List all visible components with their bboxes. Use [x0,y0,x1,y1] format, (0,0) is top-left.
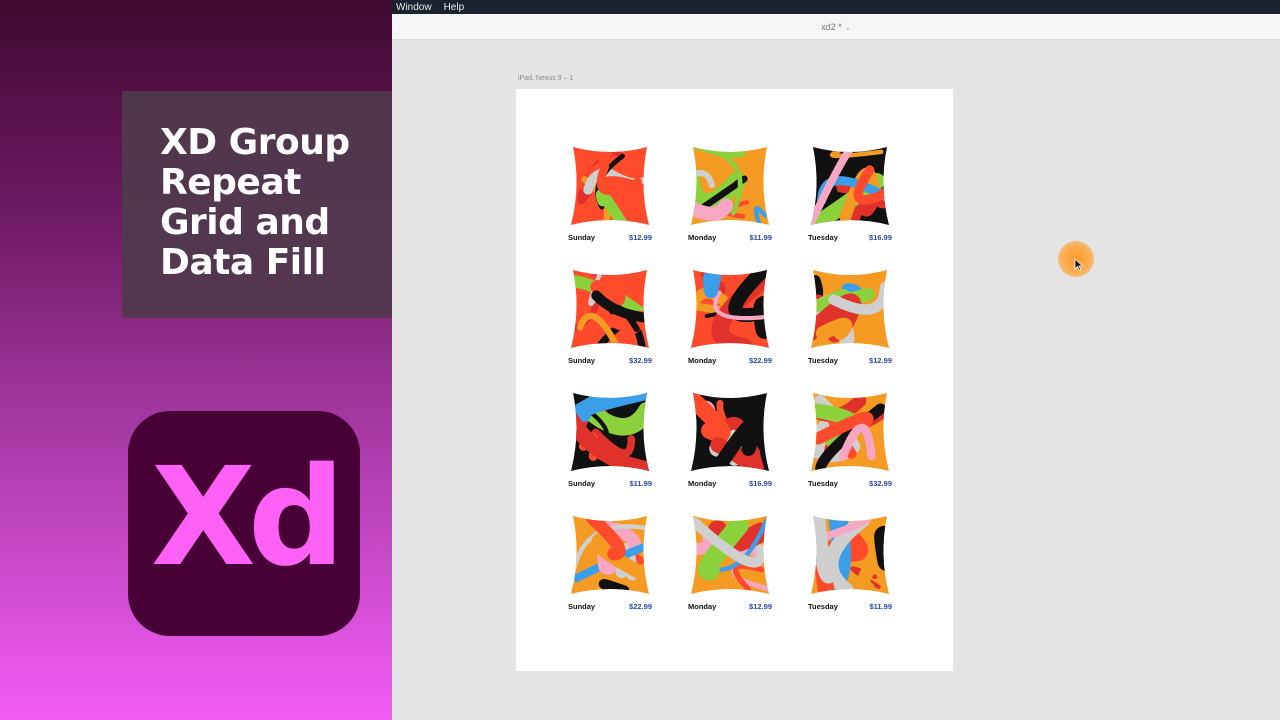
document-title-dropdown[interactable]: xd2 * ⌄ [821,22,850,32]
day-label: Tuesday [808,479,838,488]
grid-card[interactable]: Monday $22.99 [688,268,774,374]
design-canvas[interactable]: iPad, Nexus 9 – 1 Sunday $12.99 Monday $11.… [392,40,1280,720]
artwork-image[interactable] [689,391,771,473]
grid-card[interactable]: Tuesday $11.99 [808,514,894,620]
grid-card[interactable]: Sunday $11.99 [568,391,654,497]
promo-title-line: Repeat [160,162,301,203]
grid-card[interactable]: Tuesday $32.99 [808,391,894,497]
price-label: $11.99 [869,602,892,611]
day-label: Tuesday [808,356,838,365]
price-label: $22.99 [629,602,652,611]
price-label: $11.99 [749,233,772,242]
promo-title-line: XD Group [160,122,350,163]
artwork-image[interactable] [809,514,891,596]
artwork-image[interactable] [569,268,651,350]
grid-card[interactable]: Sunday $22.99 [568,514,654,620]
artwork-image[interactable] [569,514,651,596]
chevron-down-icon: ⌄ [844,24,851,32]
promo-title: XD Group Repeat Grid and Data Fill [160,123,372,283]
promo-panel: XD Group Repeat Grid and Data Fill Xd [0,0,392,720]
mouse-cursor-icon [1074,258,1084,272]
grid-card[interactable]: Tuesday $16.99 [808,145,894,251]
price-label: $12.99 [869,356,892,365]
grid-card[interactable]: Tuesday $12.99 [808,268,894,374]
price-label: $12.99 [629,233,652,242]
artwork-image[interactable] [689,268,771,350]
promo-title-line: Grid and [160,202,330,243]
day-label: Sunday [568,356,596,365]
price-label: $32.99 [629,356,652,365]
grid-card[interactable]: Monday $16.99 [688,391,774,497]
day-label: Monday [688,602,717,611]
promo-title-line: Data Fill [160,242,326,283]
day-label: Sunday [568,233,596,242]
price-label: $11.99 [629,479,652,488]
day-label: Sunday [568,479,596,488]
artwork-image[interactable] [569,391,651,473]
artwork-image[interactable] [809,145,891,227]
day-label: Monday [688,233,717,242]
artwork-image[interactable] [809,268,891,350]
grid-card[interactable]: Monday $12.99 [688,514,774,620]
grid-card[interactable]: Sunday $32.99 [568,268,654,374]
day-label: Sunday [568,602,596,611]
title-bar: xd2 * ⌄ [392,14,1280,40]
artwork-image[interactable] [689,145,771,227]
day-label: Tuesday [808,233,838,242]
price-label: $16.99 [749,479,772,488]
day-label: Monday [688,479,717,488]
xd-logo-text: Xd [150,438,345,597]
price-label: $32.99 [869,479,892,488]
price-label: $16.99 [869,233,892,242]
price-label: $12.99 [749,602,772,611]
day-label: Monday [688,356,717,365]
document-title: xd2 * [821,21,842,32]
grid-card[interactable]: Monday $11.99 [688,145,774,251]
menu-window[interactable]: Window [396,2,432,13]
title-card: XD Group Repeat Grid and Data Fill [122,91,392,318]
artboard[interactable]: Sunday $12.99 Monday $11.99 Tuesday $16.99 Sun… [516,89,953,671]
artboard-label[interactable]: iPad, Nexus 9 – 1 [518,75,573,82]
price-label: $22.99 [749,356,772,365]
xd-app-window: Window Help xd2 * ⌄ iPad, Nexus 9 – 1 Sun… [392,0,1280,720]
artwork-image[interactable] [689,514,771,596]
menu-help[interactable]: Help [444,2,465,13]
menu-bar: Window Help [392,0,1280,14]
adobe-xd-logo: Xd [128,411,360,636]
grid-card[interactable]: Sunday $12.99 [568,145,654,251]
artwork-image[interactable] [569,145,651,227]
artwork-image[interactable] [809,391,891,473]
day-label: Tuesday [808,602,838,611]
